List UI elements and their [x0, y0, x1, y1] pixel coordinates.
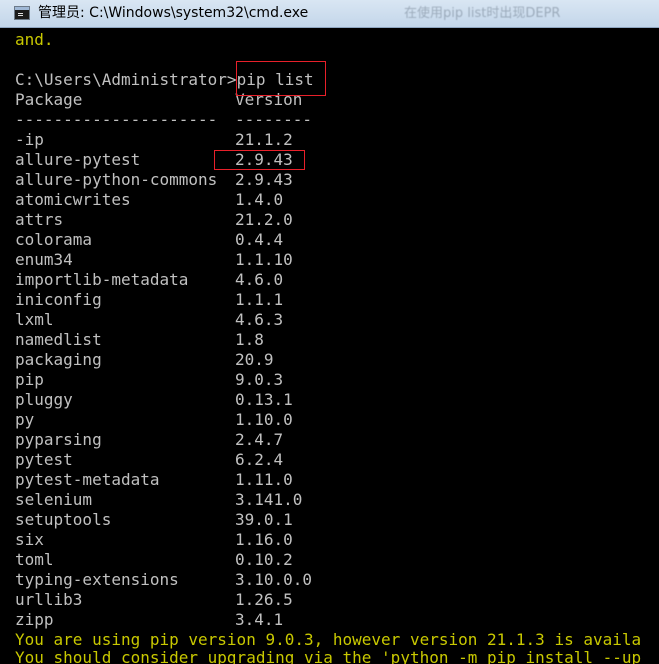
cmd-window: 管理员: C:\Windows\system32\cmd.exe 在使用pip … — [0, 0, 659, 664]
package-name: typing-extensions — [15, 570, 179, 589]
package-version: 1.11.0 — [235, 470, 293, 489]
package-version: 3.141.0 — [235, 490, 303, 509]
package-name: pytest — [15, 450, 73, 469]
package-name: pluggy — [15, 390, 73, 409]
package-version: 20.9 — [235, 350, 274, 369]
table-header: Package Version — [15, 90, 302, 110]
package-version: 1.4.0 — [235, 190, 284, 209]
package-version: 3.4.1 — [235, 610, 284, 629]
package-version: 1.10.0 — [235, 410, 293, 429]
window-title: 管理员: C:\Windows\system32\cmd.exe — [38, 5, 309, 21]
package-version: 1.16.0 — [235, 530, 293, 549]
package-version: 4.6.0 — [235, 270, 284, 289]
separator-version: -------- — [235, 110, 313, 129]
package-name: enum34 — [15, 250, 73, 269]
package-version: 4.6.3 — [235, 310, 284, 329]
table-separator: --------------------- -------- — [15, 110, 312, 130]
package-name: lxml — [15, 310, 54, 329]
command-text: pip list — [236, 70, 314, 89]
package-name: pyparsing — [15, 430, 102, 449]
package-name: zipp — [15, 610, 54, 629]
console-intro-line: and. — [15, 30, 54, 49]
package-version: 2.4.7 — [235, 430, 284, 449]
package-version: 1.1.10 — [235, 250, 293, 269]
package-name: urllib3 — [15, 590, 83, 609]
separator-package: --------------------- — [15, 110, 218, 129]
package-name: colorama — [15, 230, 93, 249]
package-version: 21.1.2 — [235, 130, 293, 149]
package-name: pip — [15, 370, 44, 389]
package-name: importlib-metadata — [15, 270, 189, 289]
cmd-icon[interactable] — [14, 6, 30, 20]
package-version: 21.2.0 — [235, 210, 293, 229]
package-name: packaging — [15, 350, 102, 369]
pip-upgrade-warning-line-1: You are using pip version 9.0.3, however… — [15, 630, 642, 649]
package-version: 9.0.3 — [235, 370, 284, 389]
package-name: six — [15, 530, 44, 549]
package-version: 2.9.43 — [235, 150, 293, 169]
column-header-package: Package — [15, 90, 83, 109]
package-version: 6.2.4 — [235, 450, 284, 469]
package-name: iniconfig — [15, 290, 102, 309]
package-version: 0.10.2 — [235, 550, 293, 569]
command-line: C:\Users\Administrator>pip list — [15, 70, 314, 90]
package-version: 0.13.1 — [235, 390, 293, 409]
package-name: py — [15, 410, 35, 429]
package-version: 39.0.1 — [235, 510, 293, 529]
package-name: attrs — [15, 210, 64, 229]
package-name: toml — [15, 550, 54, 569]
background-window-title: 在使用pip list时出现DEPR — [404, 6, 561, 21]
command-prompt: C:\Users\Administrator> — [15, 70, 237, 89]
pip-upgrade-warning-line-2: You should consider upgrading via the 'p… — [15, 648, 642, 664]
package-version: 1.1.1 — [235, 290, 284, 309]
package-name: allure-pytest — [15, 150, 141, 169]
package-name: pytest-metadata — [15, 470, 160, 489]
package-name: allure-python-commons — [15, 170, 218, 189]
package-name: selenium — [15, 490, 93, 509]
package-version: 1.8 — [235, 330, 264, 349]
column-header-version: Version — [235, 90, 303, 109]
package-version: 0.4.4 — [235, 230, 284, 249]
package-name: atomicwrites — [15, 190, 131, 209]
package-name: namedlist — [15, 330, 102, 349]
title-bar[interactable]: 管理员: C:\Windows\system32\cmd.exe 在使用pip … — [0, 0, 659, 28]
console-output[interactable]: and. C:\Users\Administrator>pip list Pac… — [0, 28, 659, 664]
package-name: setuptools — [15, 510, 112, 529]
package-name: -ip — [15, 130, 44, 149]
package-version: 1.26.5 — [235, 590, 293, 609]
package-version: 2.9.43 — [235, 170, 293, 189]
package-version: 3.10.0.0 — [235, 570, 313, 589]
